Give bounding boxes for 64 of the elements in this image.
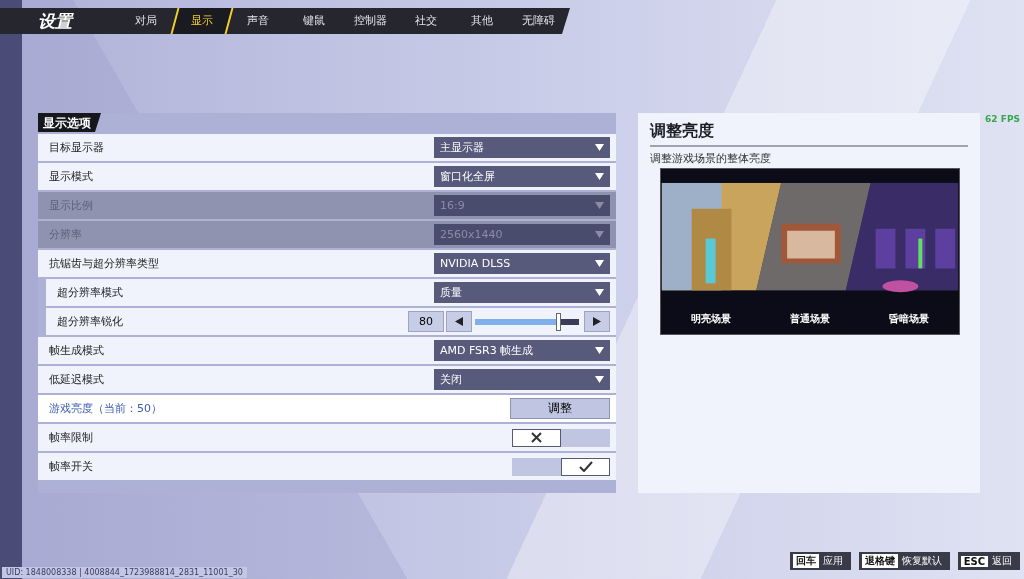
setting-label: 游戏亮度（当前：50）	[49, 401, 163, 416]
key-hint[interactable]: ESC 返回	[957, 552, 1020, 570]
toggle[interactable]	[512, 457, 610, 476]
caret-icon	[595, 202, 604, 209]
setting-label: 显示模式	[49, 169, 94, 184]
left-arrow-icon	[455, 317, 463, 326]
setting-row[interactable]: 帧率开关	[38, 453, 616, 480]
cross-icon	[531, 432, 542, 443]
uid-text: UID: 1848008338 | 4008844_1723988814_2831_11001_30	[2, 567, 247, 578]
caret-icon	[595, 376, 604, 383]
section-title: 显示选项	[38, 113, 101, 132]
dropdown[interactable]: 关闭	[434, 369, 610, 390]
setting-label: 低延迟模式	[49, 372, 105, 387]
setting-row[interactable]: 低延迟模式 关闭	[38, 366, 616, 393]
key-hint[interactable]: 回车 应用	[789, 552, 851, 570]
scene-caption: 昏暗场景	[889, 312, 930, 327]
hint-action: 恢复默认	[901, 554, 942, 568]
setting-row[interactable]: 超分辨率锐化 80	[46, 308, 616, 335]
caret-icon	[595, 260, 604, 267]
setting-row[interactable]: 显示模式 窗口化全屏	[38, 163, 616, 190]
hint-action: 应用	[822, 554, 843, 568]
setting-row[interactable]: 帧生成模式 AMD FSR3 帧生成	[38, 337, 616, 364]
key-label: 退格键	[861, 554, 898, 568]
value-field[interactable]: 80	[408, 311, 444, 332]
slider-thumb[interactable]	[556, 312, 562, 331]
fps-counter: 62 FPS	[985, 114, 1020, 124]
setting-label: 抗锯齿与超分辨率类型	[49, 256, 160, 271]
key-hint[interactable]: 退格键 恢复默认	[858, 552, 950, 570]
caret-icon	[595, 231, 604, 238]
decrease-button[interactable]	[446, 311, 472, 332]
setting-row[interactable]: 抗锯齿与超分辨率类型 NVIDIA DLSS	[38, 250, 616, 277]
increase-button[interactable]	[584, 311, 610, 332]
detail-title: 调整亮度	[650, 121, 968, 147]
setting-row[interactable]: 目标显示器 主显示器	[38, 134, 616, 161]
tab[interactable]: 显示	[170, 8, 234, 34]
dropdown[interactable]: AMD FSR3 帧生成	[434, 340, 610, 361]
setting-label: 帧率开关	[49, 459, 94, 474]
caret-icon	[595, 347, 604, 354]
setting-row[interactable]: 超分辨率模式 质量	[46, 279, 616, 306]
scene-caption: 明亮场景	[690, 312, 731, 327]
key-label: ESC	[960, 555, 988, 567]
check-icon	[578, 461, 593, 472]
right-arrow-icon	[593, 317, 601, 326]
setting-label: 帧率限制	[49, 430, 94, 445]
caret-icon	[595, 144, 604, 151]
dropdown[interactable]: 质量	[434, 282, 610, 303]
caret-icon	[595, 289, 604, 296]
setting-label: 超分辨率模式	[57, 285, 124, 300]
toggle[interactable]	[512, 428, 610, 447]
setting-row[interactable]: 游戏亮度（当前：50） 调整	[38, 395, 616, 422]
setting-label: 目标显示器	[49, 140, 105, 155]
setting-row[interactable]: 帧率限制	[38, 424, 616, 451]
dropdown[interactable]: NVIDIA DLSS	[434, 253, 610, 274]
detail-description: 调整游戏场景的整体亮度	[650, 151, 772, 166]
page-title: 设置	[37, 9, 75, 33]
key-label: 回车	[792, 554, 819, 568]
dropdown[interactable]: 窗口化全屏	[434, 166, 610, 187]
setting-label: 超分辨率锐化	[57, 314, 124, 329]
setting-label: 帧生成模式	[49, 343, 105, 358]
dropdown[interactable]: 主显示器	[434, 137, 610, 158]
scene-caption: 普通场景	[790, 312, 830, 327]
hint-action: 返回	[992, 554, 1012, 568]
caret-icon	[595, 173, 604, 180]
adjust-button[interactable]: 调整	[510, 398, 610, 419]
